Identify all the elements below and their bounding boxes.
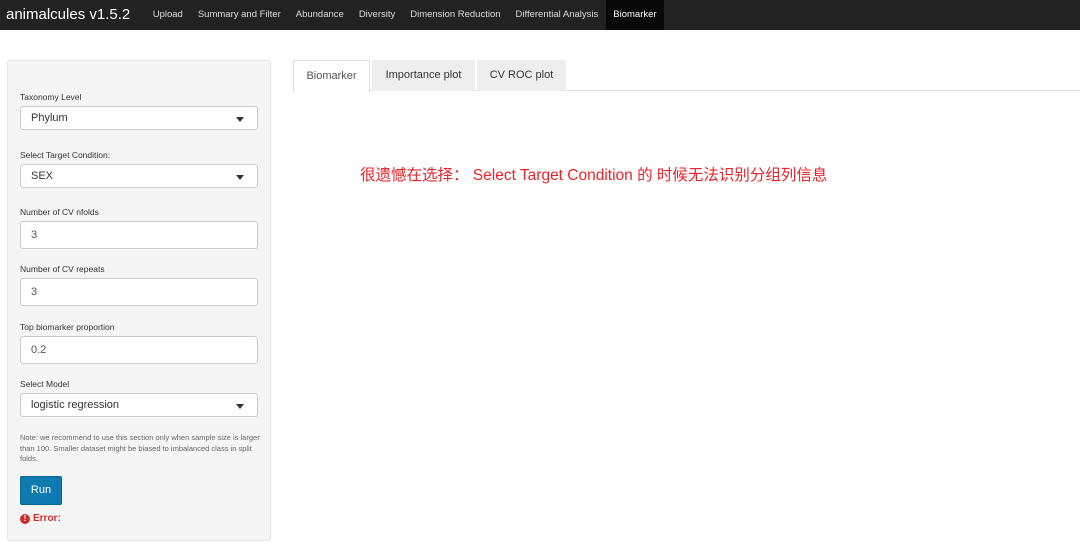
nav-differential-analysis[interactable]: Differential Analysis xyxy=(508,0,606,30)
taxonomy-level-value: Phylum xyxy=(31,112,68,124)
cv-nfolds-field: Number of CV nfolds 3 xyxy=(20,205,258,249)
top-proportion-label: Top biomarker proportion xyxy=(20,322,115,332)
error-label: Error: xyxy=(33,513,61,524)
top-proportion-input[interactable]: 0.2 xyxy=(20,336,258,364)
target-condition-label: Select Target Condition: xyxy=(20,150,111,160)
cv-repeats-input[interactable]: 3 xyxy=(20,278,258,306)
nav-biomarker[interactable]: Biomarker xyxy=(605,0,665,30)
nav-dimension-reduction[interactable]: Dimension Reduction xyxy=(403,0,508,30)
annotation-text: 很遗憾在选择： Select Target Condition 的 时候无法识别… xyxy=(360,167,828,184)
sample-size-note: Note: we recommend to use this section o… xyxy=(20,433,260,463)
sidebar-panel: Taxonomy Level Phylum Select Target Cond… xyxy=(7,60,271,541)
nav-diversity[interactable]: Diversity xyxy=(351,0,402,30)
model-label: Select Model xyxy=(20,379,70,389)
tab-cv-roc-plot[interactable]: CV ROC plot xyxy=(477,60,566,91)
target-condition-field: Select Target Condition: SEX xyxy=(20,148,258,188)
top-proportion-field: Top biomarker proportion 0.2 xyxy=(20,320,258,364)
tab-importance-plot[interactable]: Importance plot xyxy=(372,60,475,91)
exclamation-circle-icon: ! xyxy=(20,513,30,524)
taxonomy-level-select[interactable]: Phylum xyxy=(20,106,258,130)
caret-down-icon xyxy=(236,404,244,409)
target-condition-value: SEX xyxy=(31,170,54,182)
error-message: ! Error: xyxy=(20,513,61,524)
cv-nfolds-label: Number of CV nfolds xyxy=(20,207,99,217)
model-value: logistic regression xyxy=(31,399,120,411)
cv-nfolds-input[interactable]: 3 xyxy=(20,221,258,249)
model-field: Select Model logistic regression xyxy=(20,377,258,417)
caret-down-icon xyxy=(236,117,244,122)
taxonomy-level-field: Taxonomy Level Phylum xyxy=(20,90,258,130)
target-condition-select[interactable]: SEX xyxy=(20,164,258,188)
cv-repeats-label: Number of CV repeats xyxy=(20,264,105,274)
result-tabs: Biomarker Importance plot CV ROC plot xyxy=(293,60,1080,92)
app-brand[interactable]: animalcules v1.5.2 xyxy=(0,0,145,30)
nav-abundance[interactable]: Abundance xyxy=(288,0,351,30)
cv-repeats-field: Number of CV repeats 3 xyxy=(20,262,258,306)
caret-down-icon xyxy=(236,175,244,180)
nav-summary-and-filter[interactable]: Summary and Filter xyxy=(190,0,288,30)
run-button[interactable]: Run xyxy=(20,476,62,505)
nav-upload[interactable]: Upload xyxy=(145,0,190,30)
model-select[interactable]: logistic regression xyxy=(20,393,258,417)
top-navbar: animalcules v1.5.2 Upload Summary and Fi… xyxy=(0,0,1080,30)
taxonomy-level-label: Taxonomy Level xyxy=(20,92,82,102)
tab-biomarker[interactable]: Biomarker xyxy=(293,60,370,92)
